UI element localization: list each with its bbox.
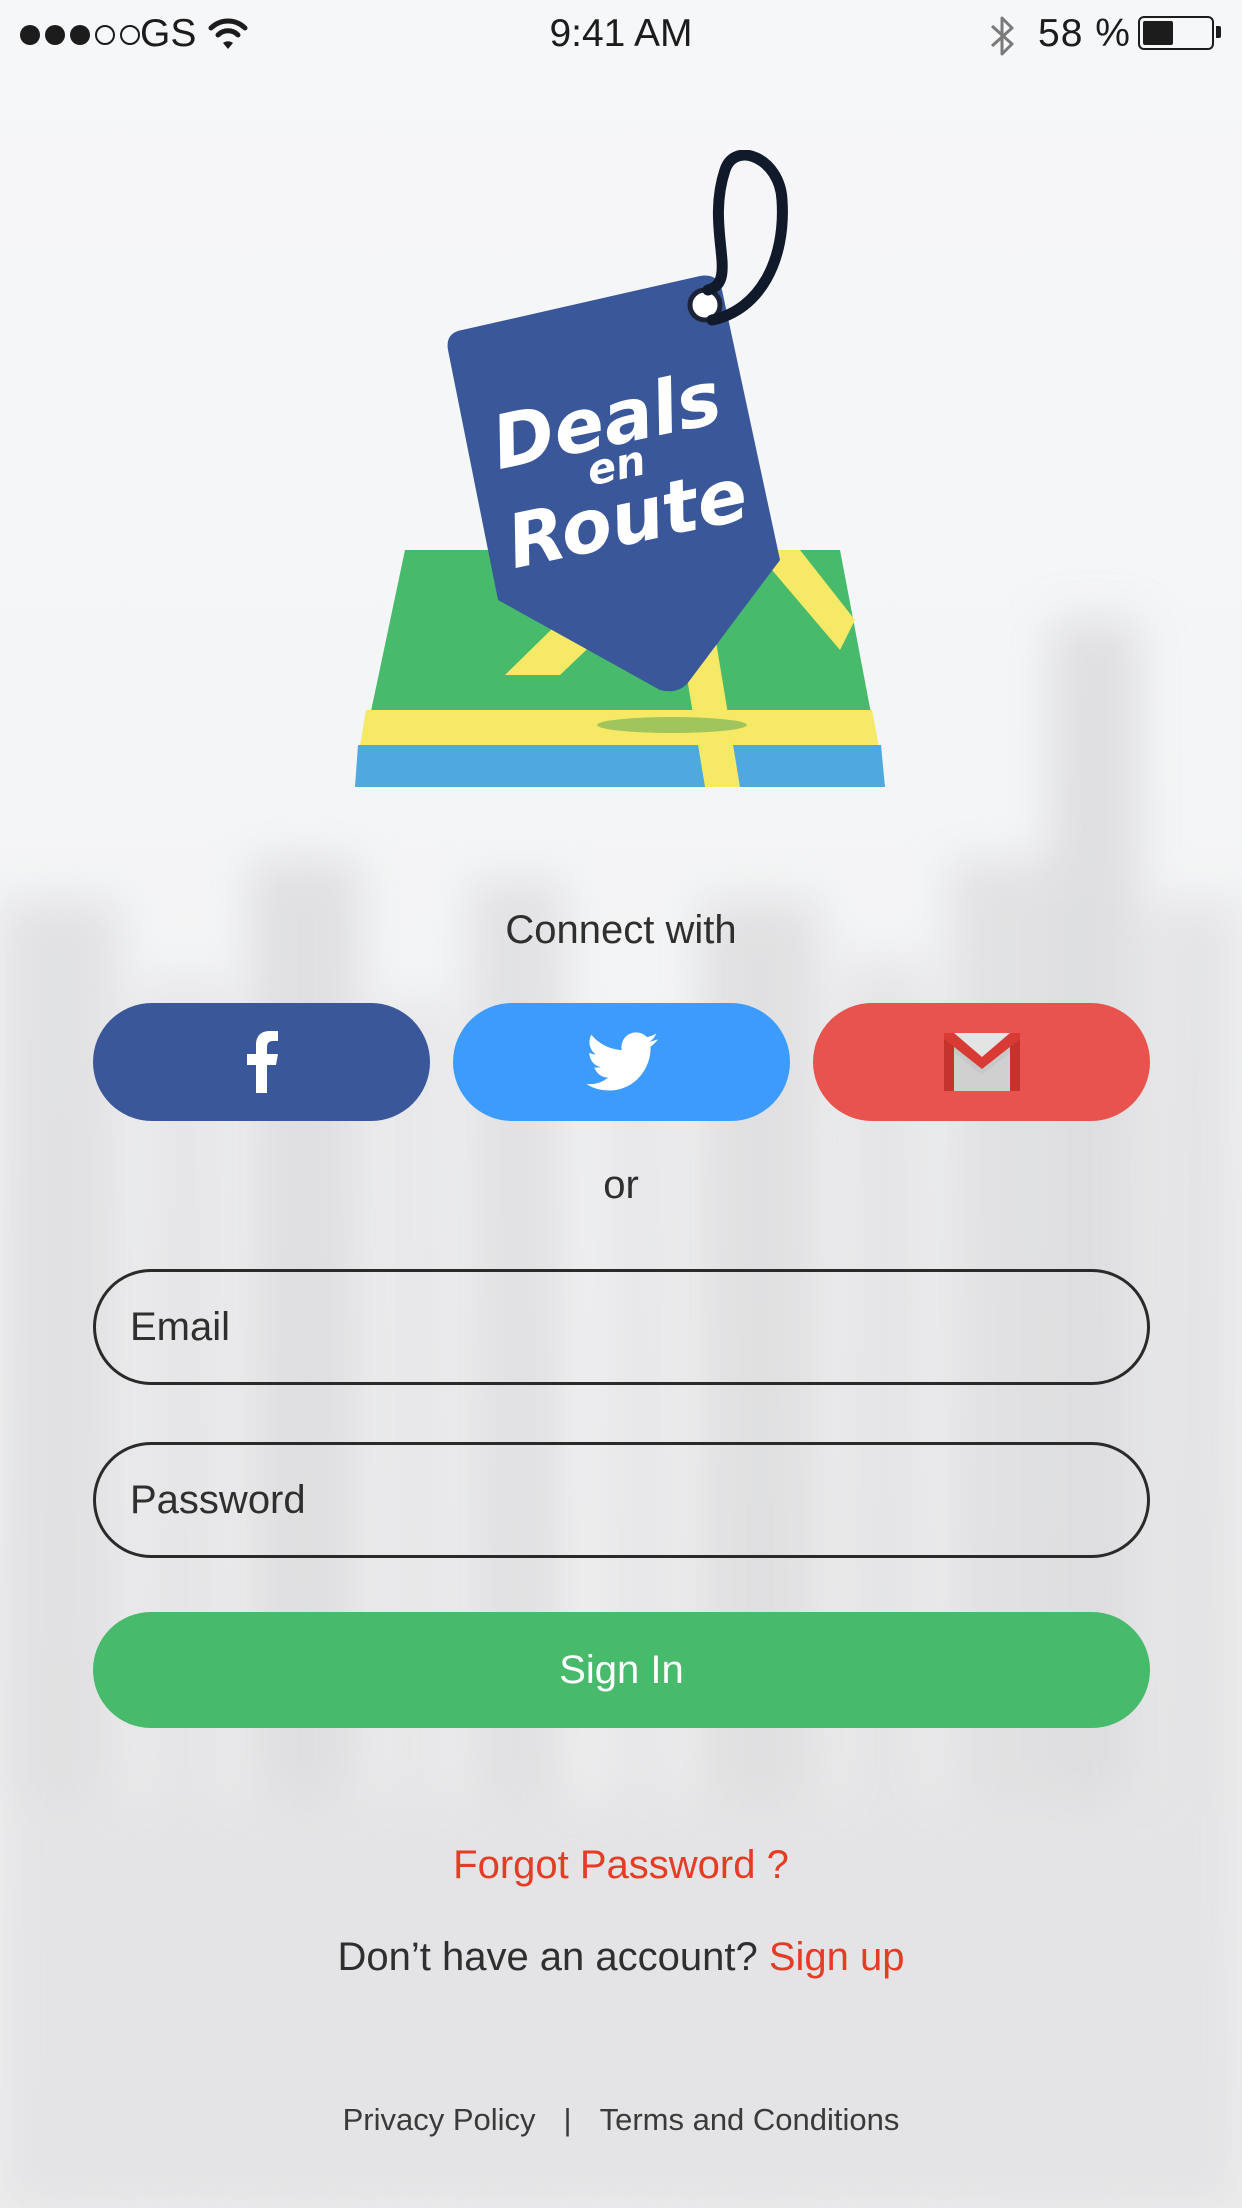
sign-in-button[interactable]: Sign In xyxy=(93,1612,1150,1728)
footer-separator: | xyxy=(563,2102,572,2137)
status-bar: GS 9:41 AM 58 % xyxy=(0,0,1242,68)
no-account-text: Don’t have an account? xyxy=(337,1935,769,1979)
battery-percent: 58 % xyxy=(1038,12,1131,55)
or-divider: or xyxy=(603,1163,639,1207)
sign-up-link[interactable]: Sign up xyxy=(769,1935,905,1979)
twitter-icon xyxy=(585,1032,658,1091)
battery-icon xyxy=(1138,16,1214,50)
forgot-password-link[interactable]: Forgot Password ? xyxy=(0,1843,1242,1888)
battery-tip xyxy=(1216,26,1221,38)
gmail-login-button[interactable] xyxy=(813,1003,1150,1121)
bluetooth-icon xyxy=(990,16,1014,56)
facebook-icon xyxy=(246,1031,278,1093)
privacy-policy-link[interactable]: Privacy Policy xyxy=(343,2102,536,2137)
signup-prompt: Don’t have an account? Sign up xyxy=(0,1935,1242,1980)
email-field[interactable] xyxy=(93,1269,1150,1385)
gmail-icon xyxy=(943,1033,1020,1091)
deals-en-route-logo: Deals en Route xyxy=(355,150,885,787)
password-field[interactable] xyxy=(93,1442,1150,1558)
footer-links: Privacy Policy | Terms and Conditions xyxy=(0,2102,1242,2138)
connect-with-label: Connect with xyxy=(505,908,737,952)
terms-link[interactable]: Terms and Conditions xyxy=(600,2102,900,2137)
twitter-login-button[interactable] xyxy=(453,1003,790,1121)
facebook-login-button[interactable] xyxy=(93,1003,430,1121)
